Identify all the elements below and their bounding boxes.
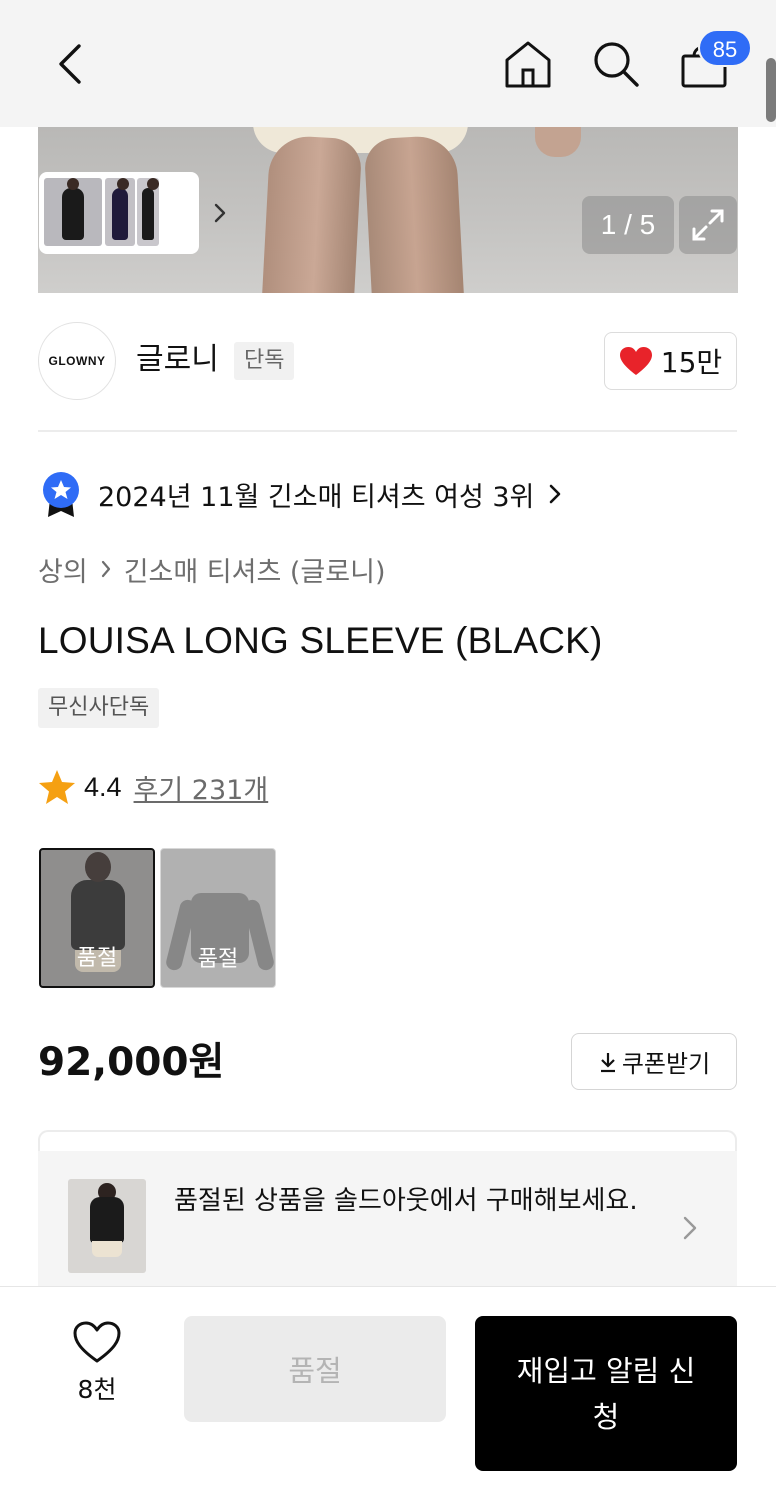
chevron-right-icon (550, 484, 561, 504)
gallery-thumbnail-strip[interactable] (39, 172, 226, 254)
wishlist-button[interactable]: 8천 (62, 1320, 132, 1420)
soldout-button[interactable]: 품절 (184, 1316, 446, 1422)
chevron-left-icon (59, 44, 81, 84)
brand-name[interactable]: 글로니 (136, 338, 219, 382)
hero-photo-leg (261, 134, 363, 293)
breadcrumb: 상의 긴소매 티셔츠 (글로니) (38, 548, 385, 590)
exclusive-badge: 무신사단독 (38, 688, 160, 728)
ranking-text: 2024년 11월 긴소매 티셔츠 여성 3위 (98, 481, 535, 513)
cart-count-badge: 85 (698, 29, 752, 67)
fullscreen-button[interactable] (679, 196, 737, 254)
rating-summary: 4.4 후기 231개 (38, 764, 268, 810)
chevron-right-icon (683, 1216, 697, 1240)
review-count-link[interactable]: 후기 231개 (134, 768, 269, 807)
brand-like-count: 15만 (660, 346, 723, 379)
thumbnail-next-button[interactable] (209, 198, 231, 228)
heart-outline-icon (73, 1321, 121, 1363)
home-button[interactable] (500, 36, 556, 92)
product-price: 92,000원 (38, 1040, 225, 1085)
option-soldout-label: 품절 (76, 946, 118, 971)
download-icon (600, 1052, 615, 1072)
breadcrumb-child[interactable]: 긴소매 티셔츠 (글로니) (124, 550, 386, 589)
product-title: LOUISA LONG SLEEVE (BLACK) (38, 620, 603, 661)
gallery-thumbnail[interactable] (105, 178, 135, 246)
back-button[interactable] (44, 36, 96, 92)
top-navigation-bar: 85 (0, 0, 776, 127)
brand-like-button[interactable]: 15만 (604, 332, 737, 390)
brand-logo[interactable]: GLOWNY (38, 322, 116, 400)
chevron-right-icon (214, 203, 226, 223)
search-button[interactable] (588, 36, 644, 92)
gallery-thumbnail[interactable] (44, 178, 102, 246)
wishlist-count: 8천 (77, 1375, 117, 1404)
restock-alert-button[interactable]: 재입고 알림 신청 (475, 1316, 737, 1471)
ranking-badge-icon (43, 472, 79, 517)
hero-photo-hand (535, 127, 581, 157)
chevron-right-icon (101, 560, 110, 578)
breadcrumb-parent[interactable]: 상의 (38, 550, 88, 589)
home-icon (505, 41, 551, 88)
color-option-black[interactable]: 품절 (39, 848, 155, 988)
option-soldout-label: 품절 (197, 947, 239, 972)
gallery-thumbnail[interactable] (137, 178, 159, 246)
coupon-download-button[interactable]: 쿠폰받기 (571, 1033, 737, 1090)
color-option-grey[interactable]: 품절 (160, 848, 276, 988)
ranking-link[interactable]: 2024년 11월 긴소매 티셔츠 여성 3위 (38, 468, 562, 520)
hero-photo-leg (363, 134, 465, 293)
section-divider (38, 430, 737, 432)
star-icon (39, 770, 75, 804)
brand-exclusive-tag: 단독 (234, 342, 295, 380)
gallery-page-indicator: 1 / 5 (582, 196, 674, 254)
search-icon (594, 42, 639, 87)
soldout-banner-arrow[interactable] (676, 1210, 704, 1246)
heart-filled-icon (619, 347, 652, 375)
rating-value: 4.4 (84, 771, 122, 802)
coupon-label: 쿠폰받기 (621, 1050, 711, 1078)
soldout-banner-text: 품절된 상품을 솔드아웃에서 구매해보세요. (174, 1186, 638, 1216)
soldout-product-thumbnail (68, 1179, 146, 1273)
expand-icon (692, 209, 724, 241)
scroll-indicator[interactable] (766, 58, 776, 122)
